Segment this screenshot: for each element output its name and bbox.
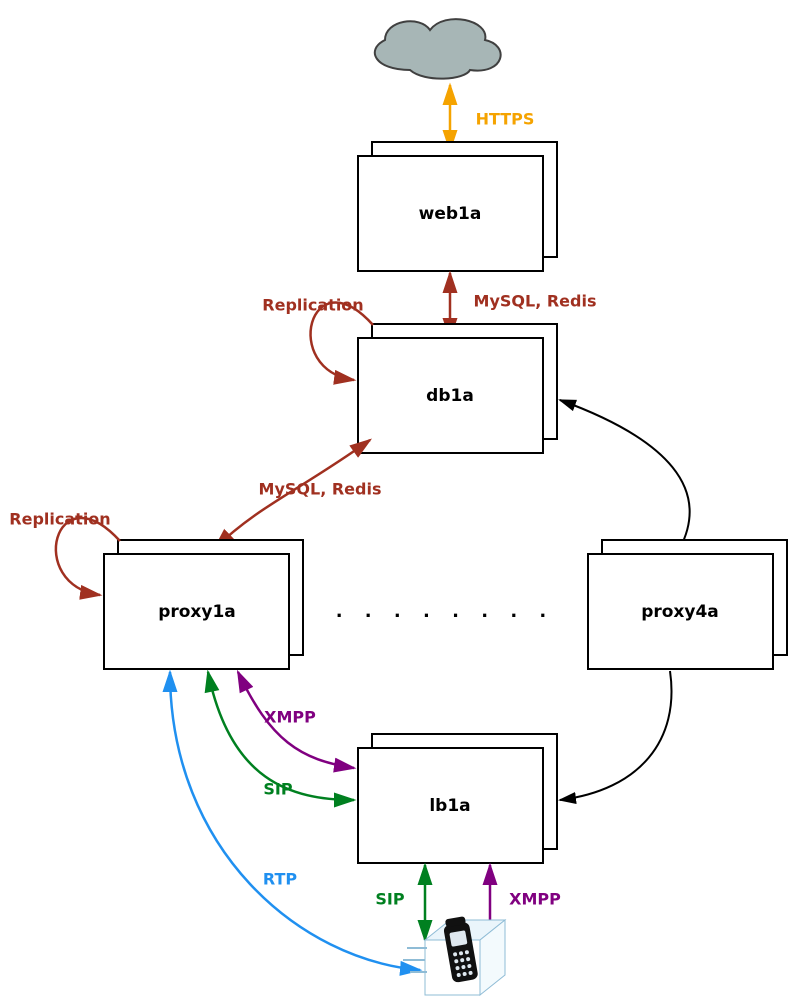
label-sip-1: SIP xyxy=(263,780,292,799)
label-mysql-redis-2: MySQL, Redis xyxy=(259,480,382,499)
svg-text:db1a: db1a xyxy=(426,386,474,406)
architecture-diagram: HTTPS web1a MySQL, Redis db1a Replicatio… xyxy=(0,0,800,1000)
label-https: HTTPS xyxy=(476,110,535,129)
node-proxy1a: proxy1a xyxy=(104,540,303,669)
node-web1a: web1a xyxy=(358,142,557,271)
node-proxy4a: proxy4a xyxy=(588,540,787,669)
edge-db-proxy4 xyxy=(560,400,690,548)
label-rtp: RTP xyxy=(263,870,298,889)
label-replication-1: Replication xyxy=(262,296,363,315)
svg-text:proxy4a: proxy4a xyxy=(641,602,719,622)
svg-text:proxy1a: proxy1a xyxy=(158,602,236,622)
label-replication-2: Replication xyxy=(9,510,110,529)
svg-text:web1a: web1a xyxy=(419,204,482,224)
dots: . . . . . . . . xyxy=(336,601,555,622)
node-db1a: db1a xyxy=(358,324,557,453)
edge-proxy4-lb xyxy=(560,671,672,800)
svg-text:lb1a: lb1a xyxy=(429,796,470,816)
label-xmpp-2: XMPP xyxy=(509,890,561,909)
label-xmpp-1: XMPP xyxy=(264,708,316,727)
label-sip-2: SIP xyxy=(375,890,404,909)
cloud-icon xyxy=(375,19,501,79)
phone-icon xyxy=(403,916,505,995)
label-mysql-redis-1: MySQL, Redis xyxy=(474,292,597,311)
node-lb1a: lb1a xyxy=(358,734,557,863)
